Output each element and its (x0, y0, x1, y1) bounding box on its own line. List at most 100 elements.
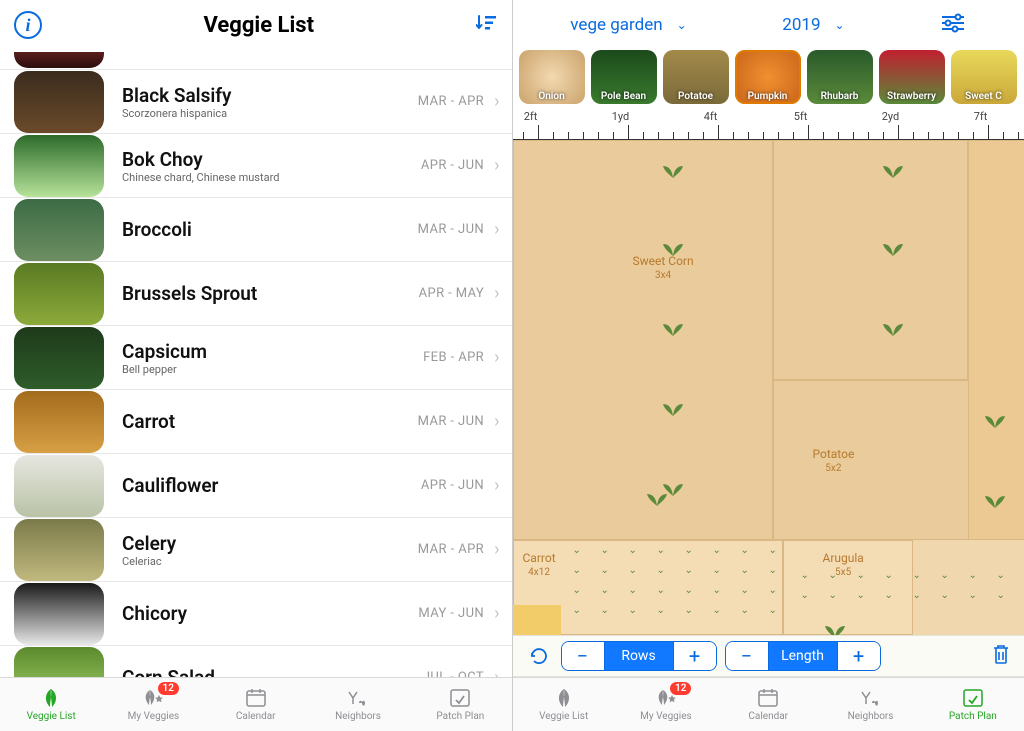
plant-sprout[interactable] (661, 318, 685, 338)
crop-chip-rhubarb[interactable]: Rhubarb (807, 50, 873, 104)
left-pane: i Veggie List Black SalsifyScorzonera hi… (0, 0, 512, 731)
chevron-right-icon: › (494, 411, 499, 432)
chevron-right-icon: › (494, 539, 499, 560)
list-item[interactable]: Bok ChoyChinese chard, Chinese mustard A… (0, 134, 512, 198)
veggie-months: MAR - APR (418, 542, 484, 557)
veggie-thumb (14, 71, 104, 133)
crop-chip-pumpkin[interactable]: Pumpkin (735, 50, 801, 104)
veggie-months: MAR - JUN (418, 222, 484, 237)
rows-minus-button[interactable]: − (562, 642, 604, 670)
tab-neighbors[interactable]: Neighbors (819, 678, 921, 731)
tab-calendar[interactable]: Calendar (717, 678, 819, 731)
info-icon[interactable]: i (14, 11, 42, 39)
veggie-sublabel: Scorzonera hispanica (122, 107, 418, 120)
list-item[interactable]: Cauliflower APR - JUN › (0, 454, 512, 518)
veggie-name: Corn Salad (122, 666, 423, 677)
chevron-right-icon: › (494, 283, 499, 304)
leaf-icon (552, 687, 576, 709)
right-pane: vege garden⌄ 2019⌄ Onion Pole Bean Potat… (513, 0, 1024, 731)
veggie-thumb (14, 583, 104, 645)
crop-strip[interactable]: Onion Pole Bean Potatoe Pumpkin Rhubarb … (513, 50, 1024, 108)
veggie-months: JUL - OCT (423, 670, 484, 677)
tab-calendar[interactable]: Calendar (205, 678, 307, 731)
crop-chip-potatoe[interactable]: Potatoe (663, 50, 729, 104)
crop-chip-onion[interactable]: Onion (519, 50, 585, 104)
veggie-thumb (14, 455, 104, 517)
veggie-name: Cauliflower (122, 474, 421, 497)
patch-icon (962, 687, 984, 709)
tab-label: Veggie List (539, 711, 588, 722)
plant-sprout[interactable] (645, 488, 669, 508)
leaf-icon (39, 687, 63, 709)
length-plus-button[interactable]: + (838, 642, 880, 670)
chevron-right-icon: › (494, 155, 499, 176)
tab-bar: Veggie List 12My Veggies Calendar Neighb… (0, 677, 512, 731)
refresh-icon[interactable] (525, 642, 553, 670)
chevron-right-icon: › (494, 347, 499, 368)
list-item[interactable]: Brussels Sprout APR - MAY › (0, 262, 512, 326)
length-minus-button[interactable]: − (726, 642, 768, 670)
trash-icon[interactable] (990, 642, 1012, 670)
rows-stepper: − Rows + (561, 641, 717, 671)
rows-plus-button[interactable]: + (674, 642, 716, 670)
crop-chip-sweetcorn[interactable]: Sweet C (951, 50, 1017, 104)
plant-sprout[interactable] (661, 398, 685, 418)
list-item[interactable]: Black SalsifyScorzonera hispanica MAR - … (0, 70, 512, 134)
tab-label: Calendar (236, 711, 276, 722)
list-item[interactable] (0, 50, 512, 70)
plant-sprout[interactable] (823, 620, 847, 635)
tab-label: My Veggies (640, 711, 692, 722)
path-marker (513, 605, 561, 635)
patch[interactable] (773, 140, 968, 380)
veggie-sublabel: Bell pepper (122, 363, 423, 376)
sort-icon[interactable] (476, 14, 498, 37)
veggie-sublabel: Celeriac (122, 555, 418, 568)
tab-label: Neighbors (848, 711, 894, 722)
tab-veggie-list[interactable]: Veggie List (0, 678, 102, 731)
veggie-name: Celery (122, 532, 418, 555)
tab-veggie-list[interactable]: Veggie List (513, 678, 615, 731)
list-item[interactable]: CapsicumBell pepper FEB - APR › (0, 326, 512, 390)
crop-chip-polebean[interactable]: Pole Bean (591, 50, 657, 104)
tab-my-veggies[interactable]: 12My Veggies (615, 678, 717, 731)
list-item[interactable]: Corn Salad JUL - OCT › (0, 646, 512, 677)
garden-canvas[interactable]: Sweet Corn3x4 Potatoe5x2 Carrot4x12 Arug… (513, 140, 1024, 635)
veggie-thumb (14, 263, 104, 325)
plant-sprout[interactable] (661, 238, 685, 258)
plant-sprout[interactable] (881, 160, 905, 180)
veggie-thumb (14, 391, 104, 453)
tab-my-veggies[interactable]: 12My Veggies (102, 678, 204, 731)
plant-sprout[interactable] (661, 160, 685, 180)
tab-neighbors[interactable]: Neighbors (307, 678, 409, 731)
chevron-right-icon: › (494, 603, 499, 624)
right-header: vege garden⌄ 2019⌄ (513, 0, 1024, 50)
year-dropdown[interactable]: 2019⌄ (782, 15, 844, 35)
veggie-months: MAR - JUN (418, 414, 484, 429)
plant-sprout[interactable] (881, 238, 905, 258)
list-item[interactable]: Carrot MAR - JUN › (0, 390, 512, 454)
list-item[interactable]: Chicory MAY - JUN › (0, 582, 512, 646)
patch[interactable] (968, 140, 1024, 540)
patch-label-potatoe: Potatoe5x2 (813, 448, 855, 474)
crop-chip-strawberry[interactable]: Strawberry (879, 50, 945, 104)
list-item[interactable]: Broccoli MAR - JUN › (0, 198, 512, 262)
veggie-name: Broccoli (122, 218, 418, 241)
garden-dropdown[interactable]: vege garden⌄ (570, 15, 686, 35)
veggie-thumb (14, 647, 104, 678)
plant-sprout[interactable] (983, 490, 1007, 510)
tab-label: My Veggies (128, 711, 180, 722)
veggie-list[interactable]: Black SalsifyScorzonera hispanica MAR - … (0, 50, 512, 677)
veggie-months: APR - MAY (419, 286, 485, 301)
tab-label: Patch Plan (949, 711, 997, 722)
settings-icon[interactable] (940, 13, 966, 37)
patch-label-sweetcorn: Sweet Corn3x4 (633, 255, 694, 281)
list-item[interactable]: CeleryCeleriac MAR - APR › (0, 518, 512, 582)
tab-patch-plan[interactable]: Patch Plan (922, 678, 1024, 731)
plant-sprout[interactable] (983, 410, 1007, 430)
plant-sprout[interactable] (881, 318, 905, 338)
bottom-controls: − Rows + − Length + (513, 635, 1024, 677)
chevron-down-icon: ⌄ (835, 18, 845, 32)
length-label: Length (768, 642, 838, 670)
patch-sweetcorn[interactable] (513, 140, 773, 540)
tab-patch-plan[interactable]: Patch Plan (409, 678, 511, 731)
